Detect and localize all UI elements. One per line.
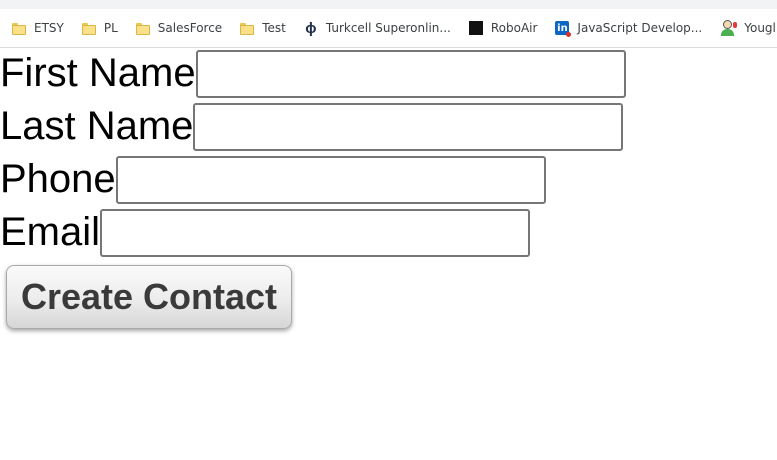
folder-icon xyxy=(135,22,150,35)
phone-input[interactable] xyxy=(115,155,546,204)
folder-icon xyxy=(81,22,96,35)
contact-form: First Name Last Name Phone Email xyxy=(0,47,626,259)
bookmark-label: Youglish xyxy=(744,21,777,35)
last-name-input[interactable] xyxy=(193,102,624,151)
email-row: Email xyxy=(0,206,626,259)
first-name-input[interactable] xyxy=(195,49,626,98)
create-contact-button[interactable]: Create Contact xyxy=(6,265,292,329)
bookmark-javascript[interactable]: in JavaScript Develop... xyxy=(555,16,702,40)
bookmark-label: Turkcell Superonlin... xyxy=(325,21,451,35)
folder-icon xyxy=(12,22,26,35)
email-label: Email xyxy=(0,210,101,254)
bookmark-label: ETSY xyxy=(34,21,64,35)
bookmark-label: Test xyxy=(262,21,286,35)
bookmark-youglish[interactable]: Youglish xyxy=(720,16,777,40)
bookmark-test[interactable]: Test xyxy=(240,16,286,40)
bookmark-turkcell[interactable]: ɸ Turkcell Superonlin... xyxy=(304,16,451,40)
bookmark-label: PL xyxy=(103,21,118,35)
bookmark-roboair[interactable]: RoboAir xyxy=(468,16,538,40)
youglish-icon xyxy=(720,20,738,36)
bookmark-label: SalesForce xyxy=(157,21,223,35)
first-name-row: First Name xyxy=(0,47,626,100)
email-input[interactable] xyxy=(100,208,531,257)
folder-icon xyxy=(240,22,255,35)
bookmark-pl[interactable]: PL xyxy=(81,16,118,40)
address-bar[interactable] xyxy=(0,0,777,9)
bookmark-label: JavaScript Develop... xyxy=(577,21,703,35)
phone-row: Phone xyxy=(0,153,626,206)
bookmark-etsy[interactable]: ETSY xyxy=(12,16,64,40)
linkedin-icon: in xyxy=(555,21,572,37)
last-name-row: Last Name xyxy=(0,100,626,153)
bookmark-salesforce[interactable]: SalesForce xyxy=(135,16,223,40)
phone-label: Phone xyxy=(0,157,116,201)
turkcell-icon: ɸ xyxy=(305,19,317,37)
roboair-icon xyxy=(468,21,483,35)
bookmark-label: RoboAir xyxy=(490,21,538,35)
bookmarks-bar: ETSY PL SalesForce Test ɸ Turkcell Super… xyxy=(0,9,777,48)
first-name-label: First Name xyxy=(0,51,196,95)
last-name-label: Last Name xyxy=(0,104,194,148)
